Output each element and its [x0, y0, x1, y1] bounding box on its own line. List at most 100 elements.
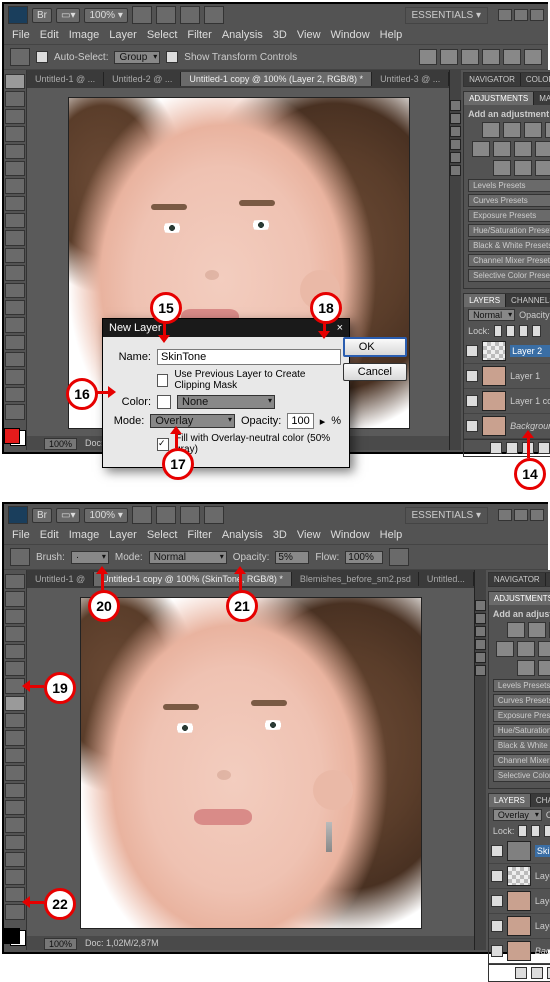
adj-icon[interactable] — [493, 160, 511, 176]
preset-row[interactable]: Exposure Presets — [468, 209, 550, 222]
menu-file[interactable]: File — [12, 29, 30, 41]
menu-filter[interactable]: Filter — [187, 529, 211, 541]
layer-name[interactable]: Layer 2 — [535, 871, 550, 881]
layer-row[interactable]: Background — [464, 414, 550, 439]
preset-row[interactable]: Selective Color Presets — [493, 769, 550, 782]
screen-mode-button[interactable]: ▭▾ — [56, 8, 80, 23]
adj-icon[interactable] — [538, 641, 550, 657]
menu-layer[interactable]: Layer — [109, 529, 137, 541]
eraser-tool[interactable] — [5, 748, 25, 763]
menu-select[interactable]: Select — [147, 529, 178, 541]
lock-icon[interactable] — [494, 325, 503, 337]
hand-icon[interactable] — [132, 6, 152, 24]
visibility-icon[interactable] — [491, 895, 503, 907]
menu-analysis[interactable]: Analysis — [222, 529, 263, 541]
preset-row[interactable]: Channel Mixer Presets — [493, 754, 550, 767]
align-icon[interactable] — [440, 49, 458, 65]
menu-edit[interactable]: Edit — [40, 529, 59, 541]
align-icon[interactable] — [419, 49, 437, 65]
blur-tool[interactable] — [5, 283, 25, 298]
adj-icon[interactable] — [528, 622, 546, 638]
preset-row[interactable]: Curves Presets — [493, 694, 550, 707]
visibility-icon[interactable] — [466, 370, 478, 382]
marquee-tool[interactable] — [5, 591, 25, 606]
tray-icon[interactable] — [475, 626, 486, 637]
menu-layer[interactable]: Layer — [109, 29, 137, 41]
pen-tool[interactable] — [5, 317, 25, 332]
menu-3d[interactable]: 3D — [273, 529, 287, 541]
fill-neutral-checkbox[interactable] — [157, 438, 169, 451]
adjustment-layer-icon[interactable] — [538, 442, 550, 454]
layer-row[interactable]: Layer 1 copy — [489, 914, 550, 939]
tray-icon[interactable] — [450, 100, 461, 111]
doc-tab-active[interactable]: Untitled-1 copy @ 100% (Layer 2, RGB/8) … — [181, 72, 372, 86]
color-swatches[interactable] — [4, 928, 26, 946]
doc-tab[interactable]: Blemishes_before_sm2.psd — [292, 572, 419, 586]
lasso-tool[interactable] — [5, 609, 25, 624]
type-tool[interactable] — [5, 835, 25, 850]
gradient-tool[interactable] — [5, 265, 25, 280]
ok-button[interactable]: OK — [343, 337, 407, 357]
visibility-icon[interactable] — [491, 945, 503, 957]
adj-icon[interactable] — [493, 141, 511, 157]
layer-name-field[interactable]: SkinTone — [157, 349, 341, 365]
brush-picker[interactable]: · — [71, 551, 109, 564]
layer-style-icon[interactable] — [531, 967, 543, 979]
brush-mode-drop[interactable]: Normal — [149, 551, 227, 564]
show-transform-checkbox[interactable] — [166, 51, 178, 63]
lock-icon[interactable] — [519, 325, 528, 337]
tray-icon[interactable] — [475, 600, 486, 611]
layers-tab[interactable]: LAYERS — [489, 794, 531, 807]
doc-tab[interactable]: Untitled-1 @ ... — [27, 72, 104, 86]
align-icon[interactable] — [524, 49, 542, 65]
heal-tool[interactable] — [5, 178, 25, 193]
menu-view[interactable]: View — [297, 529, 321, 541]
layer-row[interactable]: Layer 1 copy — [464, 389, 550, 414]
zoom-level-drop[interactable]: 100% ▾ — [84, 508, 127, 523]
layer-name[interactable]: Layer 1 — [510, 371, 550, 381]
preset-row[interactable]: Channel Mixer Presets — [468, 254, 550, 267]
stamp-tool[interactable] — [5, 213, 25, 228]
close-icon[interactable]: × — [337, 322, 343, 334]
bridge-button[interactable]: Br — [32, 508, 52, 523]
zoom-field[interactable]: 100% — [44, 938, 77, 950]
arrange-docs-icon[interactable] — [204, 6, 224, 24]
channels-tab[interactable]: CHANNELS — [531, 794, 550, 807]
adjustments-tab[interactable]: ADJUSTMENTS — [464, 92, 534, 105]
color-tab[interactable]: COLOR — [521, 73, 550, 86]
arrange-docs-icon[interactable] — [204, 506, 224, 524]
zoom-icon[interactable] — [156, 506, 176, 524]
menu-image[interactable]: Image — [69, 529, 100, 541]
zoom-level-drop[interactable]: 100% ▾ — [84, 8, 127, 23]
adj-icon[interactable] — [503, 122, 521, 138]
dodge-tool[interactable] — [5, 800, 25, 815]
masks-tab[interactable]: MASKS — [534, 92, 550, 105]
adjustments-tab[interactable]: ADJUSTMENTS — [489, 592, 550, 605]
link-layers-icon[interactable] — [490, 442, 502, 454]
3d-tool[interactable] — [5, 387, 25, 402]
hand-tool[interactable] — [5, 404, 25, 419]
clipmask-checkbox[interactable] — [157, 374, 168, 387]
cancel-button[interactable]: Cancel — [343, 363, 407, 381]
tray-icon[interactable] — [450, 126, 461, 137]
crop-tool[interactable] — [5, 144, 25, 159]
preset-row[interactable]: Selective Color Presets — [468, 269, 550, 282]
menu-select[interactable]: Select — [147, 29, 178, 41]
align-icon[interactable] — [482, 49, 500, 65]
adj-icon[interactable] — [545, 122, 550, 138]
visibility-icon[interactable] — [466, 420, 478, 432]
tray-icon[interactable] — [475, 665, 486, 676]
menu-image[interactable]: Image — [69, 29, 100, 41]
eraser-tool[interactable] — [5, 248, 25, 263]
layer-row[interactable]: Layer 2 — [464, 339, 550, 364]
lock-icon[interactable] — [532, 325, 541, 337]
visibility-icon[interactable] — [466, 395, 478, 407]
path-select-tool[interactable] — [5, 852, 25, 867]
adj-icon[interactable] — [535, 160, 550, 176]
stamp-tool[interactable] — [5, 713, 25, 728]
doc-tab[interactable]: Untitled-1 @ — [27, 572, 94, 586]
brush-opacity-field[interactable]: 5% — [275, 551, 309, 564]
channels-tab[interactable]: CHANNELS — [506, 294, 550, 307]
move-tool[interactable] — [5, 574, 25, 589]
layer-name[interactable]: Layer 1 copy — [510, 396, 550, 406]
